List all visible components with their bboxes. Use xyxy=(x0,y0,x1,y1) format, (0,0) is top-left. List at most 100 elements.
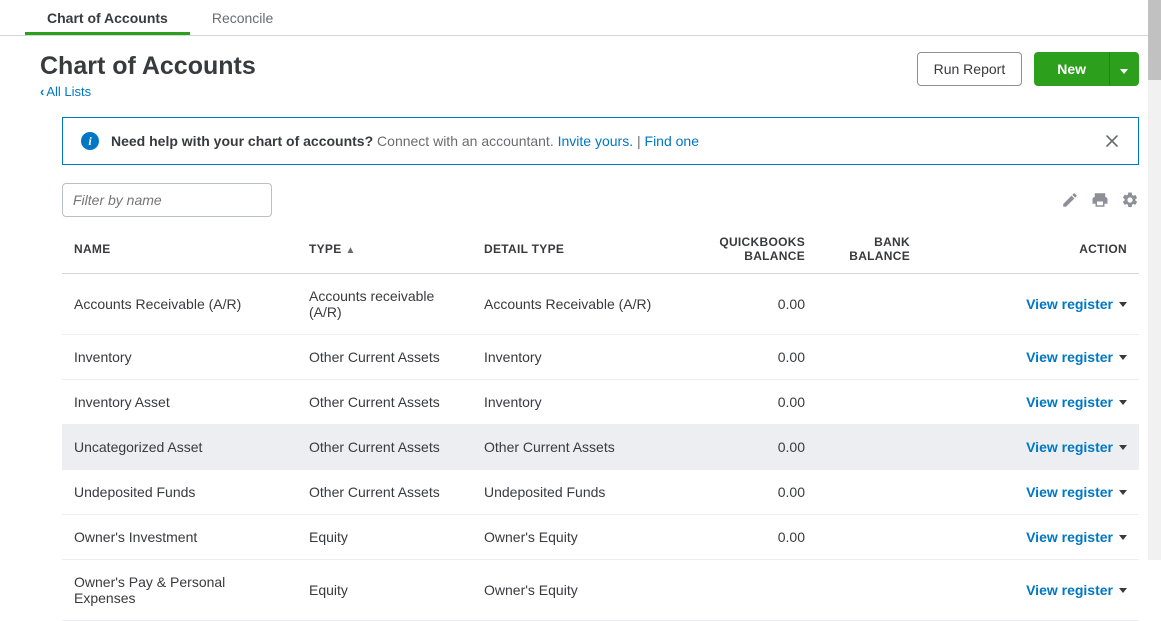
view-register-link[interactable]: View register xyxy=(1026,582,1127,598)
table-row[interactable]: Owner's InvestmentEquityOwner's Equity0.… xyxy=(62,515,1139,560)
new-button-group: New xyxy=(1034,52,1139,86)
print-icon[interactable] xyxy=(1091,191,1109,209)
col-type-label: TYPE xyxy=(309,242,342,256)
view-register-link[interactable]: View register xyxy=(1026,349,1127,365)
cell-detail-type: Other Current Assets xyxy=(472,425,667,470)
cell-action: View register xyxy=(922,470,1139,515)
cell-bank-balance xyxy=(817,274,922,335)
cell-bank-balance xyxy=(817,470,922,515)
find-one-link[interactable]: Find one xyxy=(645,133,699,149)
page-title: Chart of Accounts xyxy=(40,52,917,81)
cell-detail-type: Accounts Receivable (A/R) xyxy=(472,274,667,335)
col-detail-type[interactable]: DETAIL TYPE xyxy=(472,225,667,274)
cell-name: Uncategorized Asset xyxy=(62,425,297,470)
cell-type: Other Current Assets xyxy=(297,470,472,515)
table-row[interactable]: Owner's Pay & Personal ExpensesEquityOwn… xyxy=(62,560,1139,621)
info-banner-sep: | xyxy=(633,133,644,149)
cell-action: View register xyxy=(922,274,1139,335)
view-register-link[interactable]: View register xyxy=(1026,484,1127,500)
col-type[interactable]: TYPE ▲ xyxy=(297,225,472,274)
back-all-lists-link[interactable]: ‹ All Lists xyxy=(40,84,91,99)
cell-qb-balance: 0.00 xyxy=(667,470,817,515)
cell-type: Equity xyxy=(297,515,472,560)
view-register-link[interactable]: View register xyxy=(1026,529,1127,545)
table-row[interactable]: Uncategorized AssetOther Current AssetsO… xyxy=(62,425,1139,470)
cell-action: View register xyxy=(922,560,1139,621)
cell-name: Accounts Receivable (A/R) xyxy=(62,274,297,335)
cell-action: View register xyxy=(922,515,1139,560)
top-nav: Chart of Accounts Reconcile xyxy=(0,0,1161,36)
cell-type: Equity xyxy=(297,560,472,621)
info-banner: i Need help with your chart of accounts?… xyxy=(62,117,1139,165)
back-link-label: All Lists xyxy=(46,84,91,99)
tab-chart-of-accounts[interactable]: Chart of Accounts xyxy=(25,2,190,34)
table-toolbar xyxy=(62,183,1139,217)
tab-reconcile[interactable]: Reconcile xyxy=(190,2,295,34)
col-bank-balance[interactable]: BANK BALANCE xyxy=(817,225,922,274)
view-register-link[interactable]: View register xyxy=(1026,439,1127,455)
cell-qb-balance xyxy=(667,560,817,621)
table-row[interactable]: Inventory AssetOther Current AssetsInven… xyxy=(62,380,1139,425)
cell-bank-balance xyxy=(817,380,922,425)
col-qb-balance[interactable]: QUICKBOOKS BALANCE xyxy=(667,225,817,274)
cell-type: Other Current Assets xyxy=(297,380,472,425)
chevron-down-icon[interactable] xyxy=(1119,352,1127,363)
cell-qb-balance: 0.00 xyxy=(667,515,817,560)
cell-qb-balance: 0.00 xyxy=(667,274,817,335)
table-row[interactable]: Accounts Receivable (A/R)Accounts receiv… xyxy=(62,274,1139,335)
vertical-scrollbar[interactable] xyxy=(1148,0,1161,560)
cell-name: Undeposited Funds xyxy=(62,470,297,515)
info-banner-text: Need help with your chart of accounts? C… xyxy=(111,133,1092,149)
edit-icon[interactable] xyxy=(1061,191,1079,209)
cell-qb-balance: 0.00 xyxy=(667,425,817,470)
cell-bank-balance xyxy=(817,560,922,621)
cell-action: View register xyxy=(922,425,1139,470)
chevron-down-icon[interactable] xyxy=(1119,585,1127,596)
cell-name: Inventory xyxy=(62,335,297,380)
sort-asc-icon: ▲ xyxy=(346,245,356,256)
cell-detail-type: Inventory xyxy=(472,380,667,425)
view-register-link[interactable]: View register xyxy=(1026,394,1127,410)
cell-type: Other Current Assets xyxy=(297,425,472,470)
new-button-dropdown[interactable] xyxy=(1109,52,1139,86)
chevron-down-icon[interactable] xyxy=(1119,442,1127,453)
cell-action: View register xyxy=(922,335,1139,380)
table-row[interactable]: Undeposited FundsOther Current AssetsUnd… xyxy=(62,470,1139,515)
cell-qb-balance: 0.00 xyxy=(667,335,817,380)
info-banner-strong: Need help with your chart of accounts? xyxy=(111,133,373,149)
cell-detail-type: Inventory xyxy=(472,335,667,380)
cell-type: Accounts receivable (A/R) xyxy=(297,274,472,335)
filter-input[interactable] xyxy=(62,183,272,217)
cell-detail-type: Owner's Equity xyxy=(472,560,667,621)
col-name[interactable]: NAME xyxy=(62,225,297,274)
info-icon: i xyxy=(81,132,99,150)
cell-name: Inventory Asset xyxy=(62,380,297,425)
chevron-down-icon[interactable] xyxy=(1119,532,1127,543)
cell-bank-balance xyxy=(817,425,922,470)
scrollbar-thumb[interactable] xyxy=(1148,0,1161,80)
new-button[interactable]: New xyxy=(1034,52,1109,86)
chevron-down-icon[interactable] xyxy=(1119,299,1127,310)
invite-yours-link[interactable]: Invite yours. xyxy=(558,133,633,149)
cell-qb-balance: 0.00 xyxy=(667,380,817,425)
chevron-down-icon[interactable] xyxy=(1119,397,1127,408)
cell-detail-type: Owner's Equity xyxy=(472,515,667,560)
cell-action: View register xyxy=(922,380,1139,425)
chevron-down-icon xyxy=(1120,61,1128,77)
cell-detail-type: Undeposited Funds xyxy=(472,470,667,515)
chevron-left-icon: ‹ xyxy=(40,84,44,99)
cell-bank-balance xyxy=(817,515,922,560)
gear-icon[interactable] xyxy=(1121,191,1139,209)
chevron-down-icon[interactable] xyxy=(1119,487,1127,498)
cell-type: Other Current Assets xyxy=(297,335,472,380)
run-report-button[interactable]: Run Report xyxy=(917,52,1023,86)
page-header: Chart of Accounts ‹ All Lists Run Report… xyxy=(40,52,1139,99)
cell-name: Owner's Pay & Personal Expenses xyxy=(62,560,297,621)
cell-name: Owner's Investment xyxy=(62,515,297,560)
col-action: ACTION xyxy=(922,225,1139,274)
info-banner-muted: Connect with an accountant. xyxy=(377,133,554,149)
table-row[interactable]: InventoryOther Current AssetsInventory0.… xyxy=(62,335,1139,380)
cell-bank-balance xyxy=(817,335,922,380)
view-register-link[interactable]: View register xyxy=(1026,296,1127,312)
close-icon[interactable] xyxy=(1104,133,1120,149)
